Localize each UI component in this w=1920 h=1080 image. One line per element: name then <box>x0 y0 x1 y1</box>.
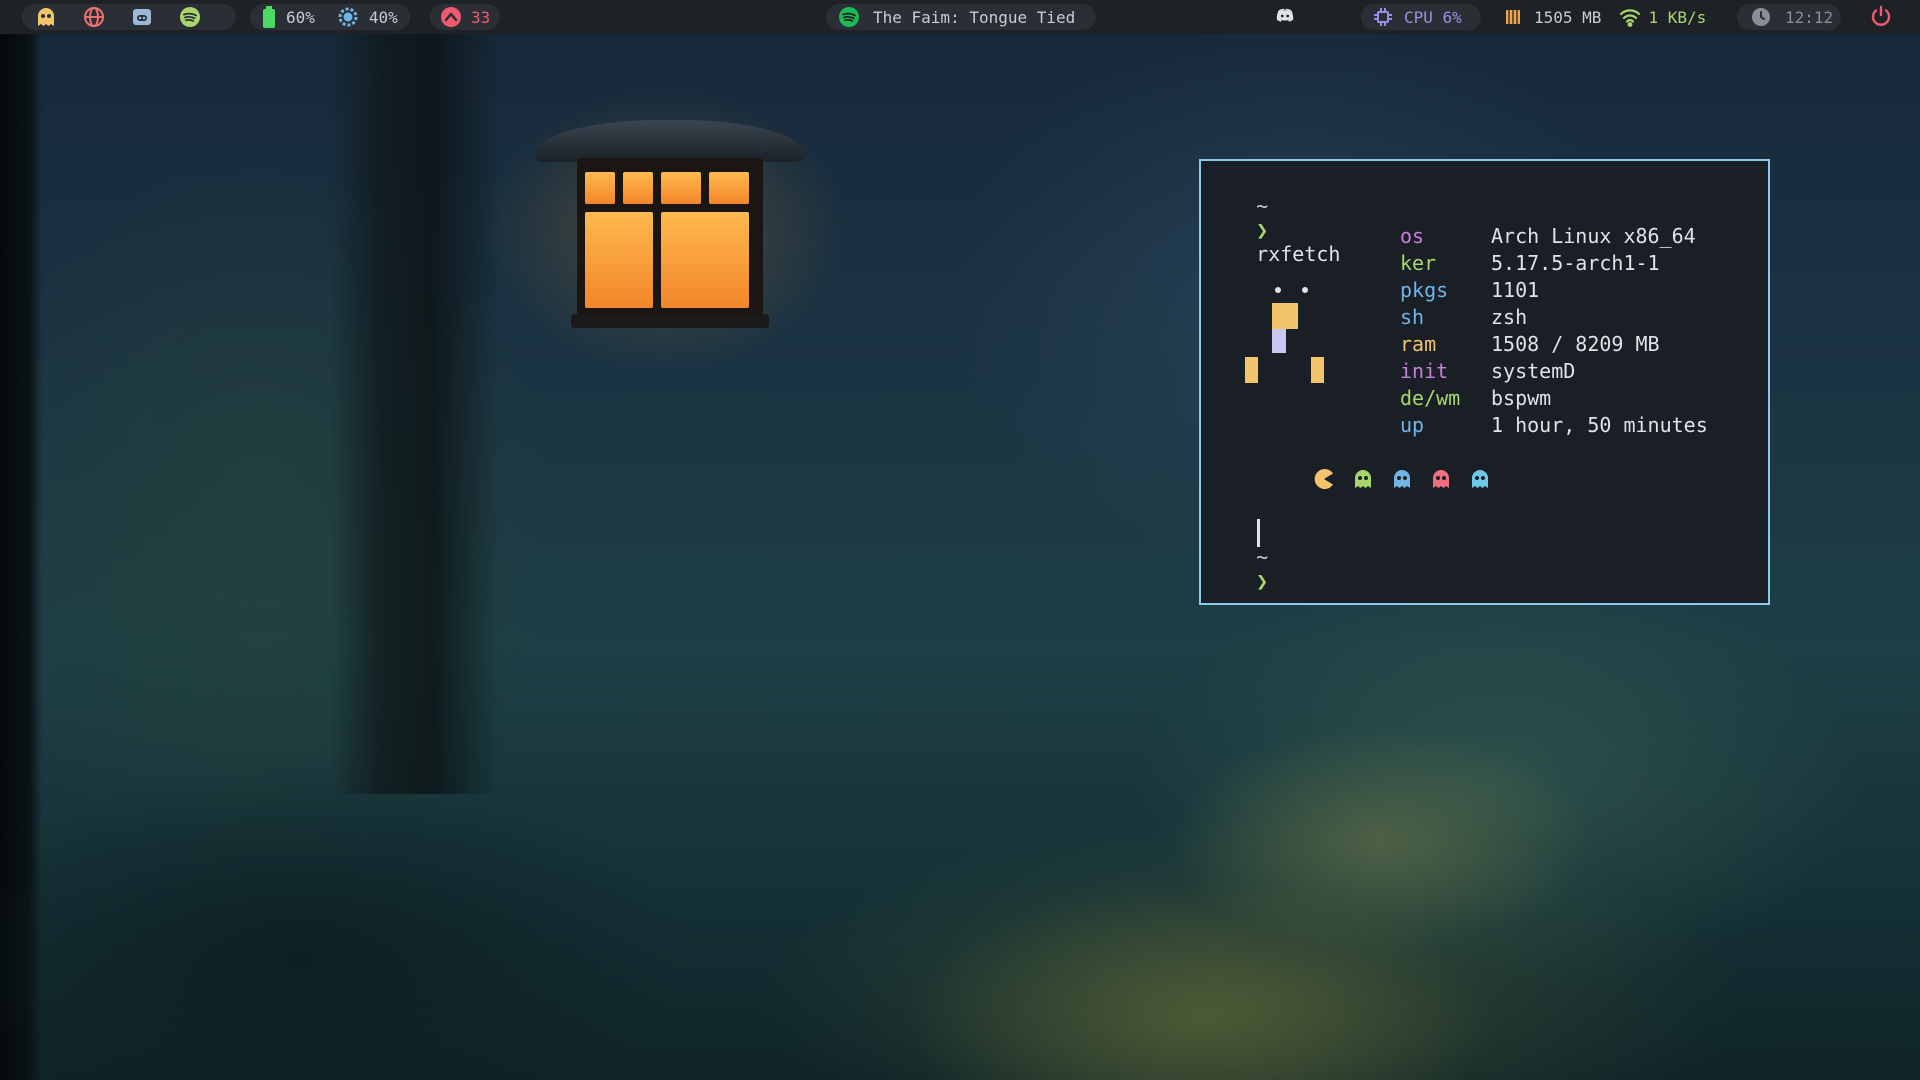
now-playing[interactable]: The Faim: Tongue Tied <box>826 4 1096 30</box>
pacman-icon <box>1312 467 1336 491</box>
info-value-init: systemD <box>1491 359 1576 383</box>
ghost-icon <box>1429 467 1453 491</box>
globe-icon[interactable] <box>82 5 106 29</box>
power-icon[interactable] <box>1870 5 1892 27</box>
prompt-tilde: ~ <box>1256 194 1269 218</box>
brightness-icon[interactable] <box>337 6 359 28</box>
info-key-ker: ker <box>1400 251 1437 275</box>
prompt-arrow: ❯ <box>1256 218 1269 242</box>
info-key-sh: sh <box>1400 305 1425 329</box>
clock-icon <box>1751 7 1771 27</box>
wallpaper-tree <box>330 34 500 794</box>
info-key-pkgs: pkgs <box>1400 278 1449 302</box>
brightness-level: 40% <box>368 7 398 27</box>
cpu-usage: CPU 6% <box>1404 7 1462 27</box>
color-palette <box>1312 467 1492 491</box>
arch-update-icon <box>440 6 462 28</box>
info-value-up: 1 hour, 50 minutes <box>1491 413 1708 437</box>
info-key-ram: ram <box>1400 332 1437 356</box>
cpu-monitor[interactable]: CPU 6% <box>1361 4 1481 30</box>
wallpaper-lantern <box>535 110 805 330</box>
battery-icon <box>262 6 276 28</box>
info-value-ram: 1508 / 8209 MB <box>1491 332 1660 356</box>
info-key-dewm: de/wm <box>1400 386 1461 410</box>
info-key-init: init <box>1400 359 1449 383</box>
discord-icon[interactable] <box>130 5 154 29</box>
command-line: ~ ❯ rxfetch <box>1208 170 1340 290</box>
spotify-icon[interactable] <box>178 5 202 29</box>
info-key-os: os <box>1400 224 1425 248</box>
info-value-ker: 5.17.5-arch1-1 <box>1491 251 1660 275</box>
ghost-icon[interactable] <box>34 5 58 29</box>
command-text: rxfetch <box>1256 242 1341 266</box>
discord-tray-icon[interactable] <box>1275 6 1295 26</box>
prompt-arrow: ❯ <box>1256 569 1269 593</box>
info-value-pkgs: 1101 <box>1491 278 1540 302</box>
network-speed: 1 KB/s <box>1648 7 1707 27</box>
cpu-icon <box>1373 7 1393 27</box>
updates-indicator[interactable]: 33 <box>430 4 500 30</box>
ghost-icon <box>1351 467 1375 491</box>
info-value-dewm: bspwm <box>1491 386 1552 410</box>
battery-level: 60% <box>286 7 315 27</box>
spotify-icon <box>838 6 860 28</box>
ghost-icon <box>1468 467 1492 491</box>
prompt-tilde: ~ <box>1256 545 1269 569</box>
info-value-sh: zsh <box>1491 305 1528 329</box>
info-value-os: Arch Linux x86_64 <box>1491 224 1696 248</box>
text-cursor <box>1257 519 1260 547</box>
memory-icon <box>1503 7 1523 27</box>
resource-monitors: 1505 MB 1 KB/s <box>1493 4 1715 30</box>
ghost-icon <box>1390 467 1414 491</box>
updates-count: 33 <box>471 7 491 27</box>
clock[interactable]: 12:12 <box>1737 4 1841 30</box>
wallpaper-bush <box>600 720 1920 1080</box>
system-status-group: 60% 40% <box>250 4 410 30</box>
now-playing-title: The Faim: Tongue Tied <box>873 7 1076 27</box>
workspace-switcher <box>22 4 236 30</box>
wifi-icon <box>1619 7 1641 27</box>
clock-time: 12:12 <box>1785 7 1834 27</box>
top-bar: 60% 40% 33 The Faim: Tongue Tied CPU 6% … <box>0 0 1920 34</box>
terminal-window[interactable]: ~ ❯ rxfetch os Arch Linux x86_64 ker 5.1… <box>1199 159 1770 605</box>
memory-usage: 1505 MB <box>1534 7 1602 27</box>
info-key-up: up <box>1400 413 1425 437</box>
